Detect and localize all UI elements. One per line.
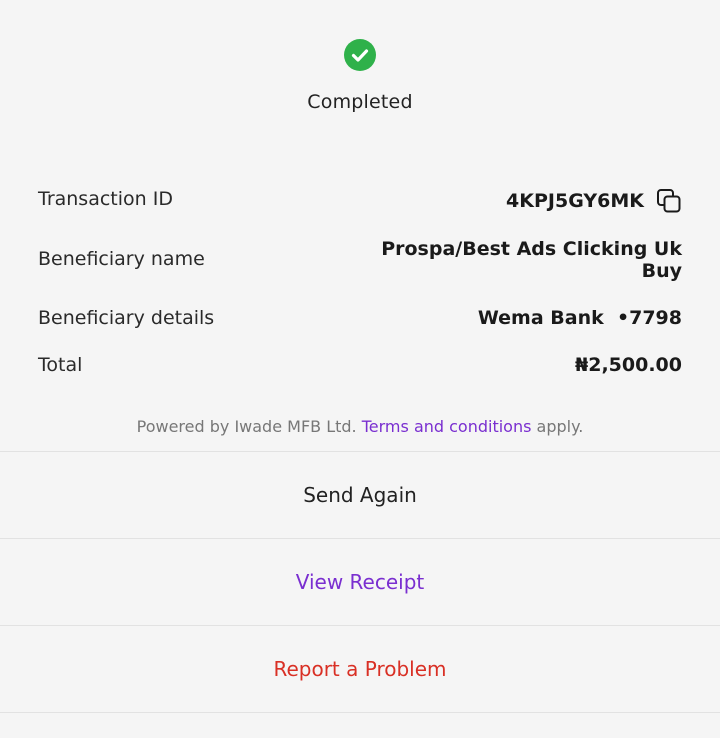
report-problem-button[interactable]: Report a Problem: [0, 625, 720, 712]
beneficiary-name-label: Beneficiary name: [38, 248, 205, 270]
powered-prefix: Powered by Iwade MFB Ltd.: [136, 417, 362, 436]
status-section: Completed: [0, 39, 720, 114]
terms-and-conditions-link[interactable]: Terms and conditions: [362, 417, 532, 436]
powered-suffix: apply.: [531, 417, 584, 436]
status-label: Completed: [307, 91, 413, 113]
view-receipt-button[interactable]: View Receipt: [0, 538, 720, 625]
beneficiary-details-value: Wema Bank •7798: [477, 307, 682, 329]
beneficiary-name-value: Prospa/Best Ads Clicking Uk Buy: [381, 238, 682, 282]
check-circle-icon: [344, 39, 376, 71]
powered-by-text: Powered by Iwade MFB Ltd. Terms and cond…: [0, 415, 720, 439]
transaction-id-label: Transaction ID: [38, 188, 173, 210]
copy-icon[interactable]: [656, 188, 682, 214]
send-again-button[interactable]: Send Again: [0, 451, 720, 538]
beneficiary-details-label: Beneficiary details: [38, 307, 215, 329]
transaction-id-value-group: 4KPJ5GY6MK: [506, 187, 682, 215]
total-label: Total: [38, 354, 83, 376]
transaction-id-row: Transaction ID 4KPJ5GY6MK: [38, 185, 682, 215]
transaction-id-value: 4KPJ5GY6MK: [506, 190, 644, 212]
total-value: ₦2,500.00: [575, 354, 682, 376]
bottom-divider: [0, 712, 720, 713]
